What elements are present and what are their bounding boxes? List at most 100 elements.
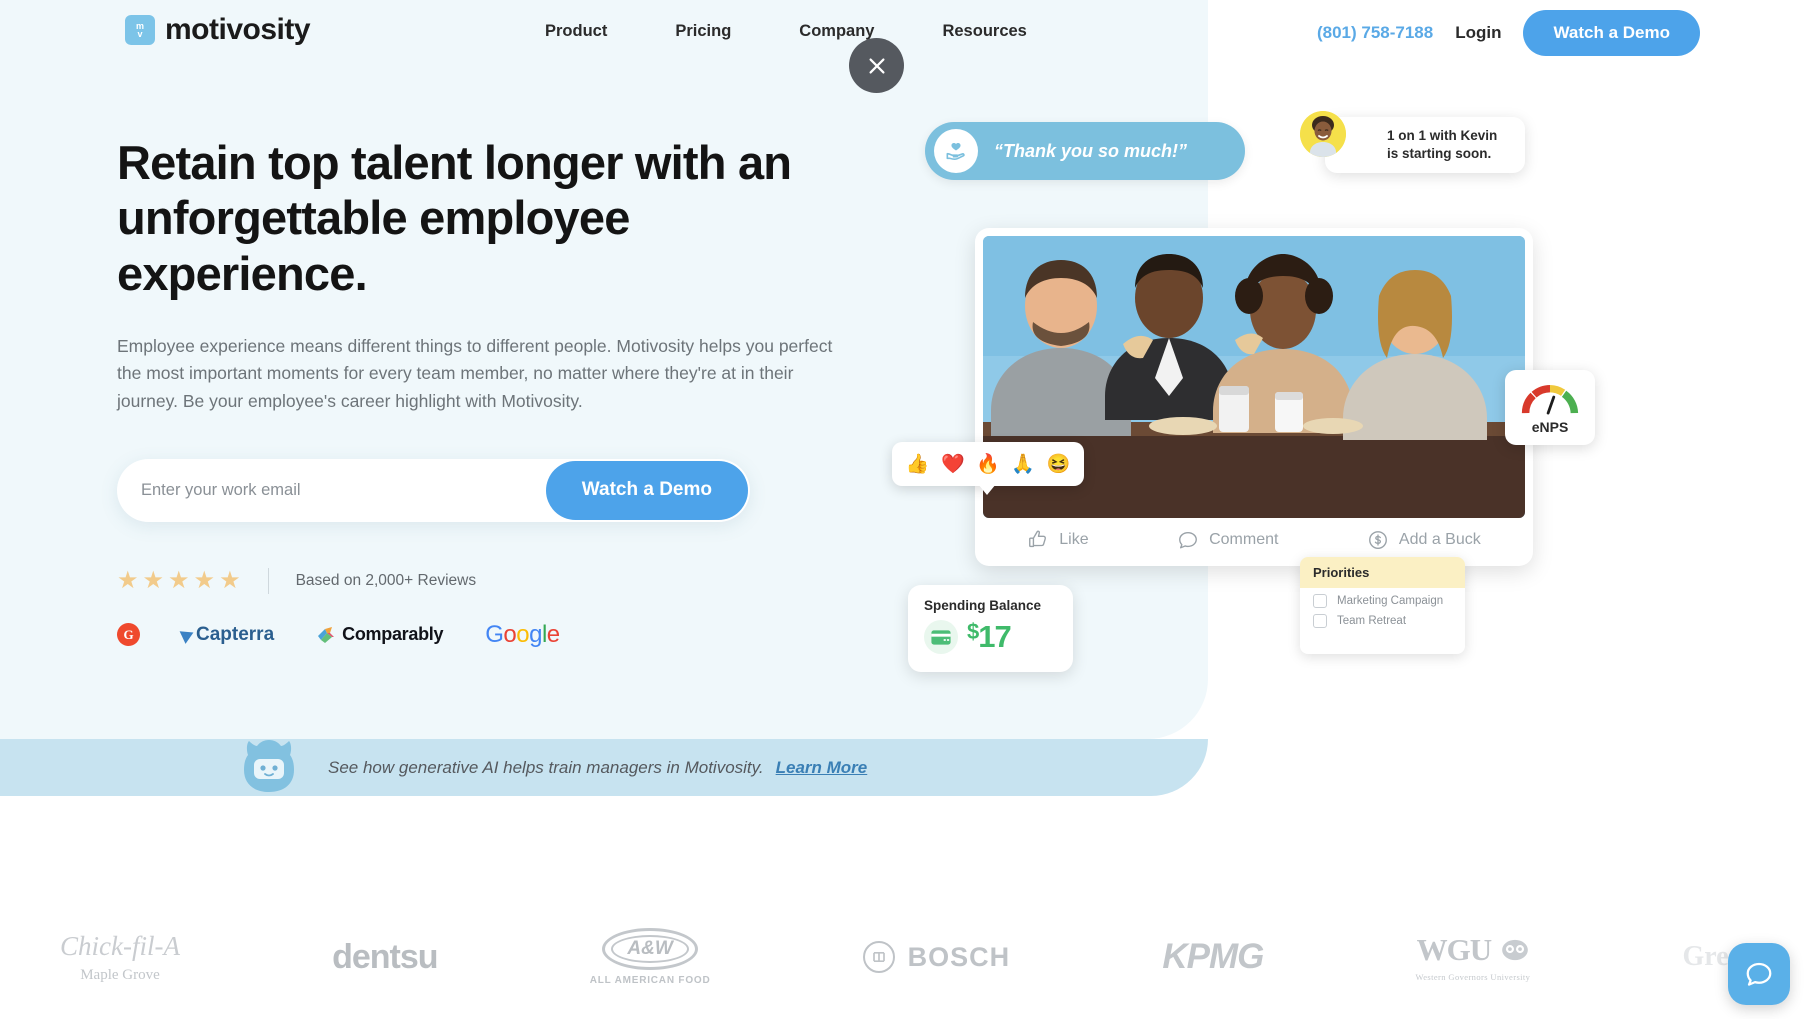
star-icon: ★ [142,566,165,594]
star-icon: ★ [117,566,139,594]
spending-balance-title: Spending Balance [924,598,1042,613]
review-logo-g2[interactable]: G [117,623,140,647]
phone-link[interactable]: (801) 758-7188 [1317,23,1433,43]
priority-checkbox[interactable] [1313,594,1327,608]
reaction-picker-tail [978,484,996,495]
site-header: mv motivosity Product Pricing Company Re… [0,0,1812,66]
nav-item-pricing[interactable]: Pricing [675,22,731,41]
enps-card: eNPS [1505,370,1595,445]
kpmg-wordmark: KPMG [1162,937,1264,976]
page-title: Retain top talent longer with an unforge… [117,136,792,300]
spending-balance-card: Spending Balance $17 [908,585,1073,672]
credit-card-icon [924,620,958,654]
brand-logo[interactable]: mv motivosity [125,13,311,47]
wgu-owl-icon [1502,939,1528,961]
customer-logos-row: Chick-fil-A Maple Grove dentsu A&W ALL A… [0,895,1812,1019]
wgu-subtitle: Western Governors University [1415,972,1531,982]
review-logo-capterra[interactable]: Capterra [179,623,275,646]
email-signup-form: Watch a Demo [117,458,750,522]
reaction-picker[interactable]: 👍 ❤️ 🔥 🙏 😆 [892,442,1084,486]
one-on-one-card: 1 on 1 with Kevin is starting soon. [1325,117,1525,173]
chat-bubble-icon [1746,962,1772,986]
hero-content: Retain top talent longer with an unforge… [117,135,877,649]
appreciation-hand-icon [934,129,978,173]
priority-checkbox[interactable] [1313,614,1327,628]
enps-label: eNPS [1531,418,1569,435]
reaction-thumbs-up-icon[interactable]: 👍 [906,455,930,474]
customer-logo-chick-fil-a: Chick-fil-A Maple Grove [60,931,180,984]
priorities-card: Priorities Marketing Campaign Team Retre… [1300,557,1465,654]
watch-demo-button[interactable]: Watch a Demo [1523,10,1700,56]
spending-balance-amount: $17 [967,619,1012,654]
customer-logo-dentsu: dentsu [332,937,438,977]
nav-item-company[interactable]: Company [799,22,874,41]
close-overlay-button[interactable] [849,38,904,93]
capterra-icon [179,625,197,644]
chick-fil-a-wordmark: Chick-fil-A [60,930,180,961]
google-label: Google [485,620,560,648]
star-icon: ★ [168,566,190,594]
ai-bot-icon [238,735,300,797]
add-a-buck-label: Add a Buck [1398,531,1481,548]
spending-balance-row: $17 [924,619,1057,655]
hero-subcopy: Employee experience means different thin… [117,336,833,411]
chat-widget-button[interactable] [1728,943,1790,1005]
review-logo-comparably[interactable]: Comparably [316,624,443,645]
learn-more-link[interactable]: Learn More [776,758,868,778]
like-action[interactable]: Like [1027,529,1089,551]
star-rating: ★ ★ ★ ★ ★ [117,566,241,594]
customer-logo-wgu: WGU Western Governors University [1415,932,1530,982]
avatar-kevin [1300,111,1346,157]
priority-label: Team Retreat [1337,615,1407,627]
brand-name: motivosity [165,13,311,46]
logo-mark-icon: mv [125,15,155,45]
one-on-one-text: 1 on 1 with Kevin is starting soon. [1387,127,1498,161]
nav-item-product[interactable]: Product [545,22,607,41]
customer-logo-kpmg: KPMG [1162,937,1264,977]
reaction-pray-icon[interactable]: 🙏 [1011,455,1035,474]
thank-you-bubble: “Thank you so much!” [925,122,1245,180]
recognition-post-card: Like Comment Add a Buck [975,228,1533,566]
priorities-title: Priorities [1300,557,1465,588]
bosch-emblem-icon [862,941,895,973]
main-nav: Product Pricing Company Resources [545,22,1027,41]
a-and-w-badge-icon: A&W [602,928,699,970]
comparably-label: Comparably [342,624,444,645]
customer-logo-bosch: BOSCH [862,941,1011,973]
close-icon [868,57,885,74]
like-label: Like [1059,531,1089,548]
review-logo-google[interactable]: Google [485,620,560,649]
nav-item-resources[interactable]: Resources [942,22,1026,41]
g2-icon: G [117,623,140,647]
comment-action[interactable]: Comment [1177,529,1278,551]
wgu-wordmark: WGU [1416,932,1492,967]
rating-row: ★ ★ ★ ★ ★ Based on 2,000+ Reviews [117,566,877,594]
rating-divider [267,567,269,594]
customer-logo-a-and-w: A&W ALL AMERICAN FOOD [590,928,711,986]
form-watch-demo-button[interactable]: Watch a Demo [545,460,748,520]
capterra-label: Capterra [196,623,275,645]
comment-label: Comment [1209,531,1279,548]
reaction-fire-icon[interactable]: 🔥 [976,455,1000,474]
priority-label: Marketing Campaign [1337,595,1444,607]
rating-text: Based on 2,000+ Reviews [295,571,477,589]
star-icon: ★ [193,566,216,594]
ai-announcement-text: See how generative AI helps train manage… [328,757,764,777]
ai-announcement-bar: See how generative AI helps train manage… [238,739,867,796]
dentsu-wordmark: dentsu [332,937,438,976]
thumbs-up-icon [1029,530,1047,548]
header-actions: (801) 758-7188 Login Watch a Demo [1317,10,1700,56]
priority-item[interactable]: Marketing Campaign [1300,588,1465,608]
gauge-icon [1521,384,1579,414]
priority-item[interactable]: Team Retreat [1300,608,1465,628]
bosch-wordmark: BOSCH [907,941,1011,972]
chick-fil-a-location: Maple Grove [80,966,160,983]
page-root: mv motivosity Product Pricing Company Re… [0,0,1812,1019]
star-icon: ★ [219,566,241,594]
reaction-laugh-icon[interactable]: 😆 [1047,455,1071,474]
login-link[interactable]: Login [1455,23,1501,43]
hero-illustration: “Thank you so much!” 1 on 1 with Kevin i… [892,95,1680,705]
thank-you-text: “Thank you so much!” [994,140,1188,161]
reaction-heart-icon[interactable]: ❤️ [941,455,965,474]
add-a-buck-action[interactable]: Add a Buck [1367,529,1481,551]
